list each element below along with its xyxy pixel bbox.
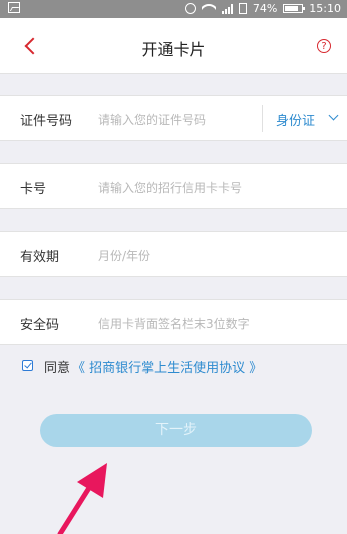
agreement-checkbox[interactable] [22, 360, 33, 371]
expiry-row: 有效期 月份/年份 [0, 231, 347, 277]
id-type-select[interactable]: 身份证 [276, 110, 315, 129]
wifi-icon [201, 3, 216, 14]
help-icon: ? [321, 41, 327, 52]
help-button[interactable]: ? [317, 39, 331, 53]
id-number-row: 证件号码 请输入您的证件号码 身份证 [0, 95, 347, 141]
card-number-label: 卡号 [20, 182, 47, 197]
page-title: 开通卡片 [141, 40, 206, 59]
id-number-label: 证件号码 [20, 114, 73, 129]
security-code-row: 安全码 信用卡背面签名栏末3位数字 [0, 299, 347, 345]
status-bar: 74% 15:10 [0, 0, 347, 18]
expiry-label: 有效期 [20, 250, 60, 265]
id-number-input[interactable]: 请输入您的证件号码 [98, 111, 206, 128]
image-icon [8, 2, 20, 13]
agreement-link[interactable]: 《 招商银行掌上生活使用协议 》 [72, 357, 262, 376]
signal-icon [221, 3, 233, 14]
card-number-row: 卡号 请输入您的招行信用卡卡号 [0, 163, 347, 209]
next-button[interactable]: 下一步 [40, 414, 312, 447]
alarm-icon [184, 3, 196, 14]
security-code-input[interactable]: 信用卡背面签名栏末3位数字 [98, 315, 250, 332]
security-code-label: 安全码 [20, 318, 60, 333]
battery-percent: 74% [252, 2, 278, 15]
chevron-down-icon[interactable] [328, 110, 339, 121]
status-icons: 74% 15:10 [184, 2, 341, 15]
card-number-input[interactable]: 请输入您的招行信用卡卡号 [98, 179, 242, 196]
nav-bar: 开通卡片 ? [0, 18, 347, 74]
sim-icon [238, 3, 247, 14]
battery-icon [283, 4, 306, 13]
divider [262, 105, 263, 132]
agreement-text: 同意 [44, 361, 71, 376]
expiry-input[interactable]: 月份/年份 [98, 247, 150, 264]
status-time: 15:10 [309, 2, 341, 15]
